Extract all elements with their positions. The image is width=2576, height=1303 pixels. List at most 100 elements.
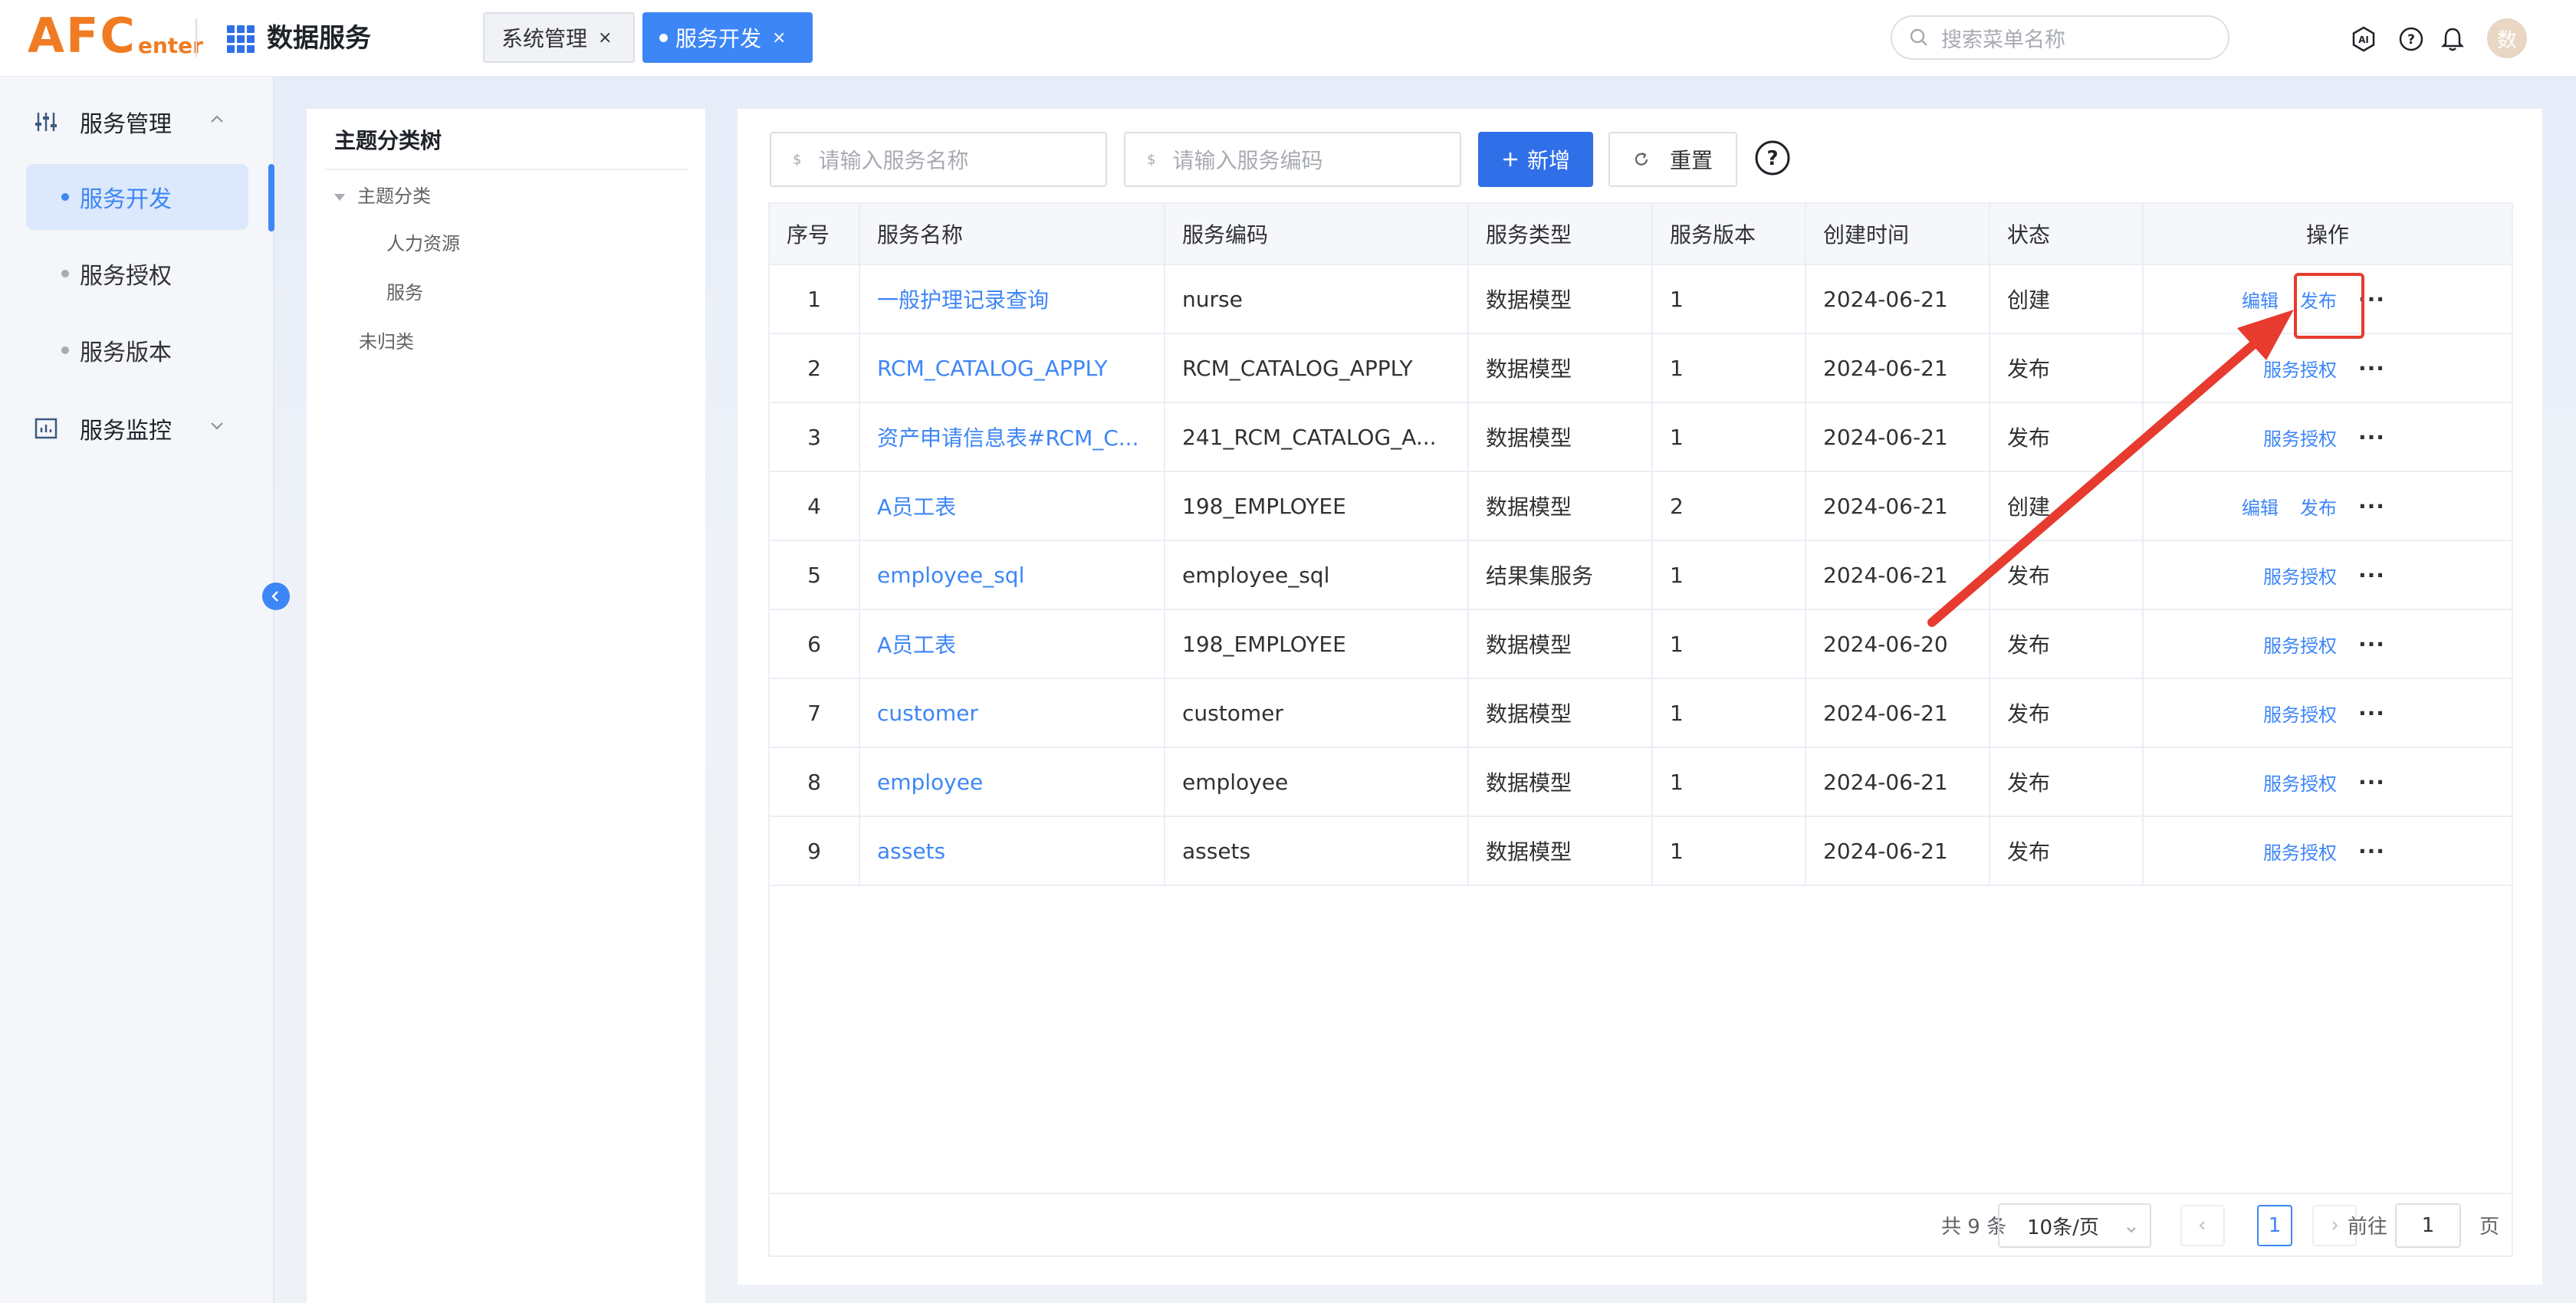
status-text: 发布 <box>1990 403 2144 471</box>
more-actions-icon[interactable]: ··· <box>2358 701 2385 726</box>
afcenter-logo[interactable]: AFC enter <box>28 11 203 61</box>
status-text: 发布 <box>1990 679 2144 747</box>
table-header: 序号 服务名称 服务编码 服务类型 服务版本 创建时间 状态 操作 <box>770 204 2512 265</box>
category-tree-panel: 主题分类树 主题分类 人力资源 服务 未归类 <box>307 109 705 1303</box>
column-header: 操作 <box>2305 222 2349 248</box>
edit-link[interactable]: 编辑 <box>2242 493 2279 520</box>
service-version: 1 <box>1653 817 1806 885</box>
current-page[interactable]: 1 <box>2257 1205 2292 1246</box>
tree-node-root[interactable]: 主题分类 <box>334 181 431 212</box>
tree-node-label: 未归类 <box>359 331 414 353</box>
user-avatar[interactable]: 数 <box>2487 18 2527 58</box>
tab-service-development[interactable]: 服务开发 × <box>642 12 813 63</box>
caret-down-icon <box>334 193 345 201</box>
more-actions-icon[interactable]: ··· <box>2358 563 2385 588</box>
column-header: 创建时间 <box>1806 204 1990 264</box>
sidebar-item-service-development[interactable]: 服务开发 <box>26 164 248 230</box>
row-actions: 服务授权 ··· <box>2263 679 2385 747</box>
service-name-link[interactable]: employee_sql <box>860 541 1165 609</box>
more-actions-icon[interactable]: ··· <box>2358 770 2385 795</box>
authorize-link[interactable]: 服务授权 <box>2263 838 2337 865</box>
close-icon[interactable]: × <box>598 28 612 48</box>
service-code: employee <box>1165 748 1469 816</box>
service-name-link[interactable]: A员工表 <box>860 472 1165 540</box>
service-name-link[interactable]: employee <box>860 748 1165 816</box>
chevron-down-icon <box>211 422 223 430</box>
page-size-select[interactable]: 10条/页 <box>1998 1203 2151 1248</box>
service-code-input[interactable]: $ 请输入服务编码 <box>1124 132 1461 187</box>
menu-search-input[interactable]: 搜索菜单名称 <box>1891 15 2229 60</box>
top-header: AFC enter 数据服务 系统管理 × 服务开发 × 搜索菜单名称 AI ?… <box>0 0 2576 77</box>
sidebar-group-service-management[interactable]: 服务管理 <box>0 89 274 155</box>
more-actions-icon[interactable]: ··· <box>2358 425 2385 450</box>
service-name-input[interactable]: $ 请输入服务名称 <box>770 132 1107 187</box>
authorize-link[interactable]: 服务授权 <box>2263 631 2337 658</box>
app-grid-icon[interactable] <box>227 25 255 53</box>
service-name-link[interactable]: customer <box>860 679 1165 747</box>
edit-link[interactable]: 编辑 <box>2242 286 2279 313</box>
tree-node-uncategorized[interactable]: 未归类 <box>359 327 414 357</box>
help-icon[interactable]: ? <box>1754 139 1791 176</box>
service-type: 数据模型 <box>1469 472 1653 540</box>
service-version: 2 <box>1653 472 1806 540</box>
ai-icon[interactable]: AI <box>2351 26 2377 52</box>
service-version: 1 <box>1653 679 1806 747</box>
chevron-up-icon <box>211 115 223 123</box>
chevron-left-icon <box>2199 1221 2205 1230</box>
more-actions-icon[interactable]: ··· <box>2358 632 2385 657</box>
more-actions-icon[interactable]: ··· <box>2358 494 2385 519</box>
plus-icon <box>1503 153 1517 166</box>
goto-page-input[interactable]: 1 <box>2395 1203 2461 1248</box>
row-actions: 服务授权 ··· <box>2263 817 2385 885</box>
status-text: 发布 <box>1990 334 2144 402</box>
tab-system-management[interactable]: 系统管理 × <box>483 12 635 63</box>
row-index: 9 <box>770 817 860 885</box>
publish-link[interactable]: 发布 <box>2300 493 2337 520</box>
sliders-icon <box>35 113 57 131</box>
sidebar-group-service-monitoring[interactable]: 服务监控 <box>0 395 274 461</box>
dollar-prefix-icon: $ <box>793 151 802 168</box>
service-name-link[interactable]: RCM_CATALOG_APPLY <box>860 334 1165 402</box>
more-actions-icon[interactable]: ··· <box>2358 356 2385 381</box>
tree-divider <box>325 169 688 170</box>
tree-node-service[interactable]: 服务 <box>386 277 423 308</box>
close-icon[interactable]: × <box>772 28 786 48</box>
authorize-link[interactable]: 服务授权 <box>2263 355 2337 382</box>
help-icon[interactable]: ? <box>2398 26 2424 52</box>
row-index: 1 <box>770 265 860 333</box>
column-header: 服务类型 <box>1469 204 1653 264</box>
service-type: 数据模型 <box>1469 403 1653 471</box>
svg-text:AI: AI <box>2358 34 2369 45</box>
more-actions-icon[interactable]: ··· <box>2358 839 2385 864</box>
created-time: 2024-06-21 <box>1806 334 1990 402</box>
service-name-link[interactable]: assets <box>860 817 1165 885</box>
reset-button[interactable]: 重置 <box>1608 132 1737 187</box>
row-actions: 服务授权 ··· <box>2263 610 2385 678</box>
refresh-icon <box>1635 153 1648 166</box>
service-name-link[interactable]: 一般护理记录查询 <box>860 265 1165 333</box>
sidebar-collapse-button[interactable] <box>262 583 290 610</box>
authorize-link[interactable]: 服务授权 <box>2263 424 2337 451</box>
chevron-down-icon <box>2127 1227 2136 1233</box>
tab-label: 服务开发 <box>675 26 762 51</box>
bell-icon[interactable] <box>2440 26 2466 52</box>
tree-node-hr[interactable]: 人力资源 <box>386 228 460 259</box>
authorize-link[interactable]: 服务授权 <box>2263 769 2337 796</box>
header-divider <box>196 18 197 57</box>
created-time: 2024-06-21 <box>1806 265 1990 333</box>
status-text: 发布 <box>1990 748 2144 816</box>
created-time: 2024-06-21 <box>1806 403 1990 471</box>
authorize-link[interactable]: 服务授权 <box>2263 562 2337 589</box>
input-placeholder: 请输入服务编码 <box>1172 148 1323 173</box>
authorize-link[interactable]: 服务授权 <box>2263 700 2337 727</box>
created-time: 2024-06-21 <box>1806 817 1990 885</box>
add-button-label: 新增 <box>1526 148 1570 173</box>
sidebar-item-service-version[interactable]: 服务版本 <box>26 317 248 383</box>
tab-label: 系统管理 <box>501 26 588 51</box>
service-name-link[interactable]: 资产申请信息表#RCM_C... <box>860 403 1165 471</box>
add-button[interactable]: 新增 <box>1478 132 1593 187</box>
status-text: 发布 <box>1990 817 2144 885</box>
sidebar-item-service-authorization[interactable]: 服务授权 <box>26 241 248 307</box>
prev-page-button[interactable] <box>2180 1205 2225 1246</box>
service-name-link[interactable]: A员工表 <box>860 610 1165 678</box>
